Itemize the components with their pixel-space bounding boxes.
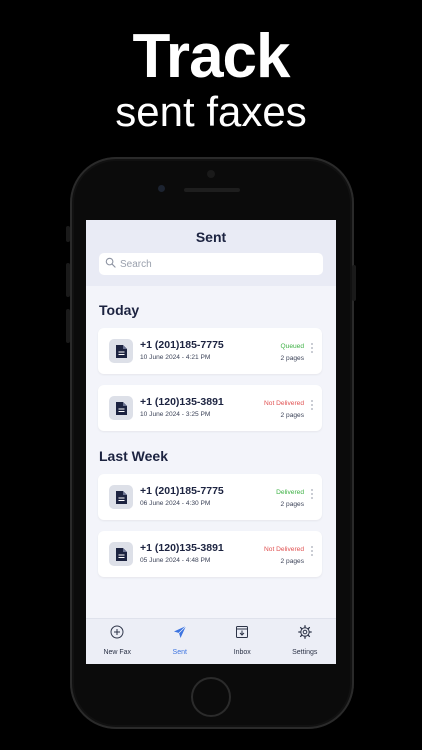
tab-sent[interactable]: Sent xyxy=(149,619,212,664)
app-screen: Sent Today +1 (201)185-7775 10 June 2024 -… xyxy=(86,220,336,664)
fax-date: 06 June 2024 - 4:30 PM xyxy=(140,500,211,507)
proximity-sensor xyxy=(207,170,215,178)
document-icon xyxy=(109,485,133,509)
more-options-icon[interactable] xyxy=(308,487,316,499)
plus-circle-icon xyxy=(110,625,124,639)
volume-up-button xyxy=(66,263,70,297)
search-icon xyxy=(105,255,116,273)
gear-icon xyxy=(297,625,312,639)
tab-label-new-fax: New Fax xyxy=(103,649,132,656)
headline-subtitle: sent faxes xyxy=(115,88,307,135)
fax-list-item[interactable]: +1 (120)135-3891 10 June 2024 - 3:25 PM No… xyxy=(98,385,322,431)
section-title: Last Week xyxy=(99,448,168,464)
volume-down-button xyxy=(66,309,70,343)
fax-date: 05 June 2024 - 4:48 PM xyxy=(140,557,211,564)
fax-list-item[interactable]: +1 (120)135-3891 05 June 2024 - 4:48 PM No… xyxy=(98,531,322,577)
earpiece-speaker xyxy=(184,188,240,192)
paper-plane-icon xyxy=(173,625,186,638)
tab-label-settings: Settings xyxy=(292,649,318,656)
more-options-icon[interactable] xyxy=(308,544,316,556)
page-count: 2 pages xyxy=(280,412,304,419)
fax-number: +1 (201)185-7775 xyxy=(140,339,224,351)
more-options-icon[interactable] xyxy=(308,398,316,410)
status-badge: Delivered xyxy=(276,489,304,496)
search-input[interactable] xyxy=(120,258,310,270)
headline-title: Track xyxy=(132,22,290,91)
page-count: 2 pages xyxy=(280,558,304,565)
fax-number: +1 (201)185-7775 xyxy=(140,485,224,497)
tab-settings[interactable]: Settings xyxy=(274,619,337,664)
top-bar: Sent xyxy=(86,220,336,286)
document-icon xyxy=(109,396,133,420)
power-button xyxy=(352,265,356,301)
tab-label-sent: Sent xyxy=(172,649,187,656)
tab-label-inbox: Inbox xyxy=(233,649,251,656)
tab-new-fax[interactable]: New Fax xyxy=(86,619,149,664)
tab-bar: New Fax Sent Inbox Settings xyxy=(86,618,336,664)
status-badge: Not Delivered xyxy=(264,400,304,407)
fax-number: +1 (120)135-3891 xyxy=(140,542,224,554)
page-count: 2 pages xyxy=(280,355,304,362)
more-options-icon[interactable] xyxy=(308,341,316,353)
fax-date: 10 June 2024 - 3:25 PM xyxy=(140,411,211,418)
inbox-tray-icon xyxy=(236,626,249,638)
section-title: Today xyxy=(99,302,140,318)
fax-date: 10 June 2024 - 4:21 PM xyxy=(140,354,211,361)
tab-inbox[interactable]: Inbox xyxy=(211,619,274,664)
front-camera xyxy=(158,185,165,192)
document-icon xyxy=(109,339,133,363)
status-badge: Not Delivered xyxy=(264,546,304,553)
status-badge: Queued xyxy=(280,343,304,350)
fax-list-item[interactable]: +1 (201)185-7775 10 June 2024 - 4:21 PM Qu… xyxy=(98,328,322,374)
page-count: 2 pages xyxy=(280,501,304,508)
document-icon xyxy=(109,542,133,566)
page-title: Sent xyxy=(195,229,227,245)
fax-list-item[interactable]: +1 (201)185-7775 06 June 2024 - 4:30 PM De… xyxy=(98,474,322,520)
mute-switch xyxy=(66,226,70,242)
home-button[interactable] xyxy=(191,677,231,717)
search-bar[interactable] xyxy=(99,253,323,275)
fax-number: +1 (120)135-3891 xyxy=(140,396,224,408)
